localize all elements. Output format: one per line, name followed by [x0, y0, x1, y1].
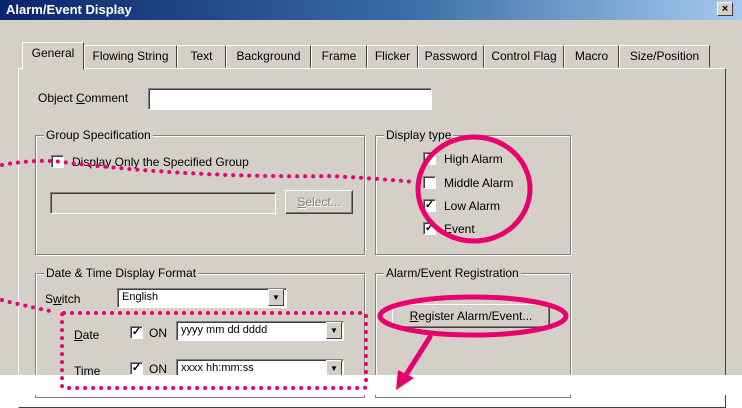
annotation-ellipse-register: [377, 294, 569, 338]
annotation-dotted-rect: [60, 311, 368, 390]
annotation-dotted-line-bottom: [0, 298, 57, 314]
annotation-dotted-line-top: [0, 158, 417, 184]
annotation-arrow-line: [401, 334, 433, 381]
annotation-overlay: [0, 134, 569, 390]
annotation-ellipse-display-type: [415, 134, 533, 244]
tab-general[interactable]: General: [22, 42, 84, 70]
